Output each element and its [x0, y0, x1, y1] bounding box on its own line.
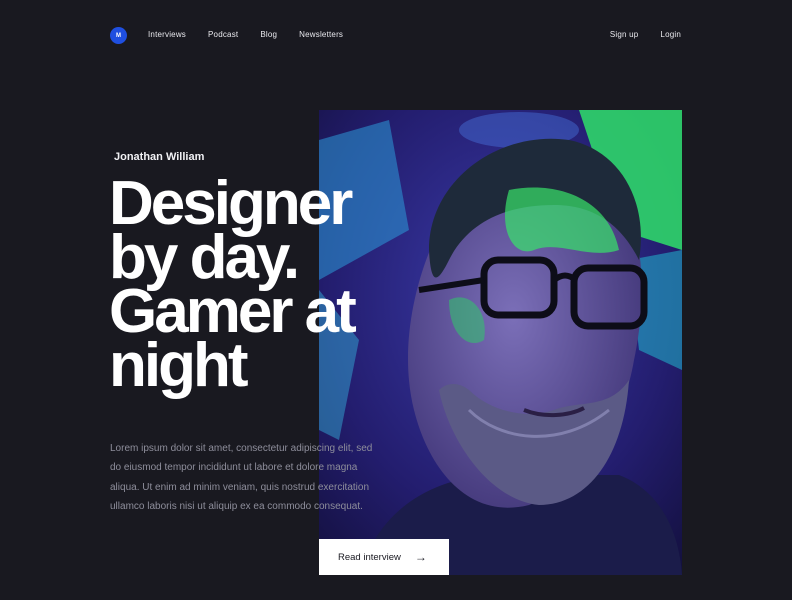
- nav-item-newsletters[interactable]: Newsletters: [299, 30, 343, 39]
- headline-line: night: [109, 331, 249, 400]
- signup-link[interactable]: Sign up: [610, 30, 639, 39]
- hero-headline: Designer by day. Gamer at night: [109, 173, 429, 400]
- logo[interactable]: M: [110, 27, 127, 44]
- hero-description: Lorem ipsum dolor sit amet, consectetur …: [110, 443, 373, 512]
- login-link[interactable]: Login: [660, 30, 681, 39]
- arrow-right-icon: →: [414, 550, 427, 564]
- read-interview-label: Read interview: [338, 551, 401, 563]
- nav-item-podcast[interactable]: Podcast: [208, 30, 238, 39]
- nav-item-interviews[interactable]: Interviews: [148, 30, 186, 39]
- main-nav: Interviews Podcast Blog Newsletters: [148, 30, 343, 39]
- nav-item-blog[interactable]: Blog: [260, 30, 277, 39]
- author-name: Jonathan William: [114, 151, 205, 163]
- read-interview-button[interactable]: Read interview →: [319, 539, 449, 575]
- auth-links: Sign up Login: [610, 30, 681, 39]
